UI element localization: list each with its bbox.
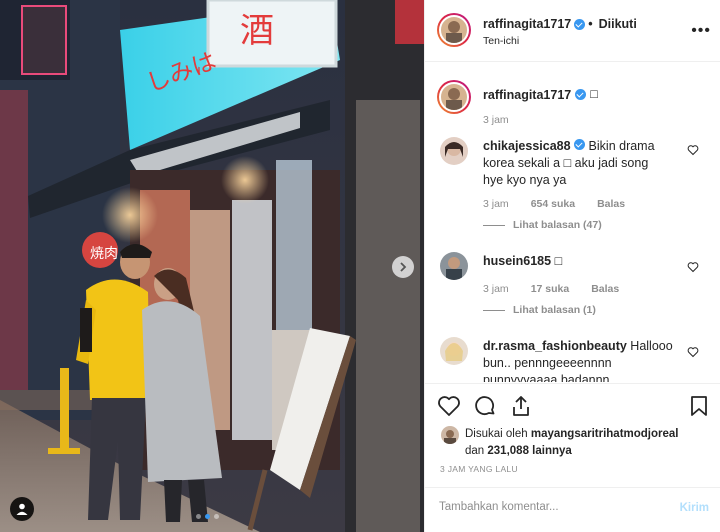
share-icon[interactable]: [509, 394, 533, 418]
post-detail-panel: raffinagita1717 • Diikuti Ten-ichi ••• r…: [424, 0, 720, 532]
comment-meta: 3 jam 654 suka Balas: [483, 198, 625, 210]
caption: raffinagita1717 □: [483, 86, 598, 103]
reply-button[interactable]: Balas: [597, 198, 625, 210]
likes-suffix[interactable]: lainnya: [532, 445, 572, 457]
comments-list[interactable]: raffinagita1717 □ 3 jam chikajessica88 B…: [425, 62, 720, 382]
header-username[interactable]: raffinagita1717: [483, 17, 571, 31]
avatar[interactable]: [437, 13, 471, 47]
liked-by-summary: Disukai oleh mayangsaritrihatmodjoreal d…: [465, 426, 679, 460]
likes-count[interactable]: 231,088: [487, 445, 529, 457]
comment-username[interactable]: chikajessica88: [483, 139, 571, 153]
heart-icon[interactable]: [437, 394, 461, 418]
liked-by-user[interactable]: mayangsaritrihatmodjoreal: [531, 428, 679, 440]
carousel-indicator: [196, 514, 219, 519]
follow-status-button[interactable]: Diikuti: [599, 17, 637, 31]
comment-username[interactable]: dr.rasma_fashionbeauty: [483, 339, 627, 353]
verified-badge-icon: [574, 139, 586, 150]
add-comment-bar: Kirim: [425, 487, 720, 532]
user-icon: [16, 503, 28, 515]
carousel-dot: [196, 514, 201, 519]
carousel-dot-active: [205, 514, 210, 519]
location-link[interactable]: Ten-ichi: [483, 35, 519, 47]
comment-meta: 3 jam 17 suka Balas: [483, 283, 619, 295]
comment-like-heart-icon[interactable]: [687, 144, 699, 156]
comment-time[interactable]: 3 jam: [483, 283, 509, 295]
post-header: raffinagita1717 • Diikuti Ten-ichi •••: [425, 0, 720, 62]
comment-input[interactable]: [439, 501, 659, 513]
post-photo[interactable]: 酒 しみは 焼肉: [0, 0, 424, 532]
view-replies-label: Lihat balasan (47): [513, 219, 602, 231]
comment-like-heart-icon[interactable]: [687, 261, 699, 273]
comment-icon[interactable]: [473, 394, 497, 418]
comment-text-line2: bun.. pennngeeeennnn: [483, 356, 612, 370]
tagged-users-button[interactable]: [10, 497, 34, 521]
comment-item: dr.rasma_fashionbeauty Hallooo bun.. pen…: [483, 338, 693, 382]
header-username-row: raffinagita1717 • Diikuti: [483, 17, 637, 31]
more-options-icon[interactable]: •••: [691, 22, 711, 40]
send-comment-button[interactable]: Kirim: [680, 502, 709, 514]
view-replies-label: Lihat balasan (1): [513, 304, 596, 316]
liked-by-avatar[interactable]: [441, 426, 459, 444]
verified-badge-icon: [574, 18, 586, 30]
comment-avatar[interactable]: [440, 337, 468, 365]
liked-by-mid: dan: [465, 445, 485, 457]
post-timestamp[interactable]: 3 JAM YANG LALU: [440, 464, 518, 474]
comment-likes[interactable]: 17 suka: [531, 283, 570, 295]
comment-username[interactable]: husein6185: [483, 254, 551, 268]
divider-line: [483, 309, 505, 311]
caption-time[interactable]: 3 jam: [483, 114, 509, 126]
comment-text-line2: korea sekali a □ aku jadi song: [483, 156, 649, 170]
comment-time[interactable]: 3 jam: [483, 198, 509, 210]
comment-likes[interactable]: 654 suka: [531, 198, 575, 210]
comment-item: chikajessica88 Bikin drama korea sekali …: [483, 138, 693, 189]
liked-by-prefix: Disukai oleh: [465, 428, 528, 440]
comment-text-line3: hye kyo nya ya: [483, 173, 567, 187]
top-sign-text: 酒: [240, 11, 274, 51]
comment-text-line1: Bikin drama: [588, 139, 655, 153]
chevron-right-icon: [400, 262, 407, 272]
comment-avatar[interactable]: [440, 252, 468, 280]
comment-like-heart-icon[interactable]: [687, 346, 699, 358]
caption-text: □: [590, 87, 598, 101]
view-replies-button[interactable]: Lihat balasan (1): [483, 304, 596, 316]
comment-text-line1: □: [554, 254, 563, 268]
carousel-dot: [214, 514, 219, 519]
caption-username[interactable]: raffinagita1717: [483, 88, 571, 102]
verified-badge-icon: [575, 89, 587, 100]
reply-button[interactable]: Balas: [591, 283, 619, 295]
bookmark-icon[interactable]: [687, 394, 711, 418]
street-photo: 酒 しみは 焼肉: [0, 0, 424, 532]
side-sign-text: 焼肉: [90, 246, 118, 262]
comment-avatar[interactable]: [440, 137, 468, 165]
comment-text-line1: Hallooo: [630, 339, 673, 353]
post-actions: Disukai oleh mayangsaritrihatmodjoreal d…: [425, 383, 720, 487]
divider-line: [483, 224, 505, 226]
next-photo-button[interactable]: [392, 256, 414, 278]
view-replies-button[interactable]: Lihat balasan (47): [483, 219, 602, 231]
comment-item: husein6185 □: [483, 253, 693, 270]
caption-meta: 3 jam: [483, 114, 509, 126]
caption-avatar[interactable]: [437, 80, 471, 114]
comment-text-line3: punnyyyaaaa badannn: [483, 373, 610, 382]
